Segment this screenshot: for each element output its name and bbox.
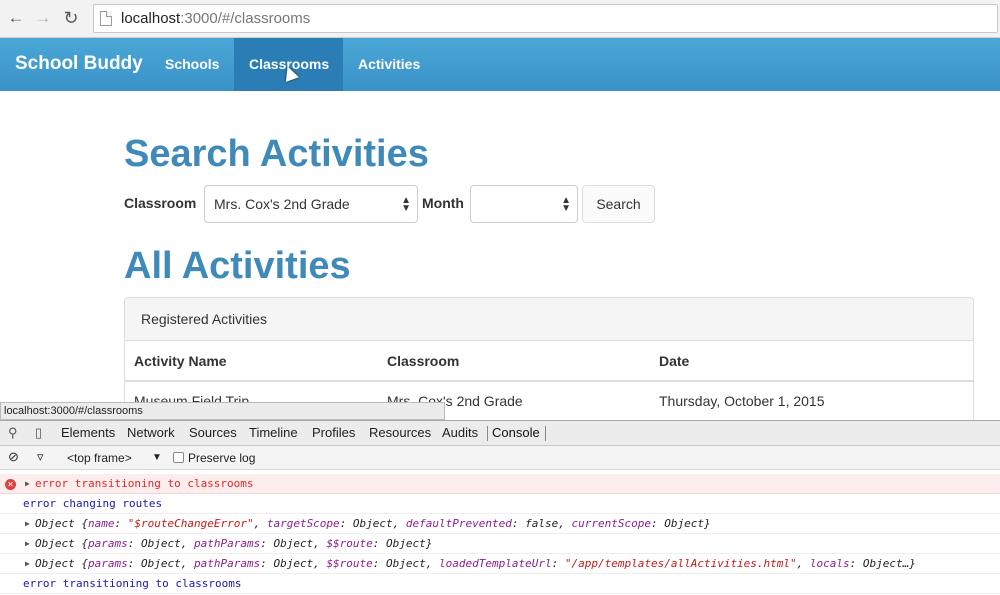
- console-message: error changing routes: [23, 497, 163, 510]
- brand-link[interactable]: School Buddy: [15, 53, 143, 75]
- page-icon: [100, 11, 112, 26]
- forward-arrow-icon[interactable]: →: [33, 8, 53, 28]
- preserve-log-checkbox[interactable]: [173, 452, 184, 463]
- table-cell-date: Thursday, October 1, 2015: [659, 393, 825, 409]
- app-navbar: School Buddy Schools Classrooms Activiti…: [0, 38, 1000, 91]
- console-object: Object {params: Object, pathParams: Obje…: [35, 557, 916, 570]
- back-arrow-icon[interactable]: ←: [6, 8, 26, 28]
- tab-separator: [545, 426, 546, 441]
- error-icon: ✕: [5, 479, 16, 490]
- tab-separator: [487, 426, 488, 441]
- tab-timeline[interactable]: Timeline: [249, 425, 298, 440]
- nav-item-activities[interactable]: Activities: [343, 38, 435, 91]
- filter-icon[interactable]: ▿: [37, 449, 44, 465]
- activities-title: All Activities: [124, 245, 351, 287]
- expand-triangle-icon[interactable]: ▶: [25, 554, 30, 574]
- expand-triangle-icon[interactable]: ▶: [25, 514, 30, 534]
- expand-triangle-icon[interactable]: ▶: [25, 534, 30, 554]
- panel-heading: Registered Activities: [125, 298, 973, 341]
- search-button[interactable]: Search: [582, 185, 655, 223]
- browser-toolbar: ← → ↻ localhost:3000/#/classrooms: [0, 0, 1000, 38]
- tab-resources[interactable]: Resources: [369, 425, 431, 440]
- console-log-row: error transitioning to classrooms: [0, 574, 1000, 594]
- frame-selector[interactable]: <top frame>: [67, 451, 132, 465]
- search-title: Search Activities: [124, 133, 429, 175]
- console-object-row[interactable]: ▶ Object {params: Object, pathParams: Ob…: [0, 554, 1000, 574]
- console-object: Object {params: Object, pathParams: Obje…: [35, 537, 433, 550]
- column-header-date: Date: [659, 353, 690, 369]
- tab-sources[interactable]: Sources: [189, 425, 237, 440]
- url-path: :3000/#/classrooms: [180, 10, 311, 27]
- tab-console[interactable]: Console: [492, 425, 540, 440]
- select-arrows-icon: ▲ ▼: [561, 195, 571, 214]
- console-object: Object {name: "$routeChangeError", targe…: [35, 517, 711, 530]
- reload-icon[interactable]: ↻: [61, 8, 81, 28]
- console-object-row[interactable]: ▶ Object {name: "$routeChangeError", tar…: [0, 514, 1000, 534]
- clear-console-icon[interactable]: ⊘: [8, 449, 19, 465]
- column-header-activity: Activity Name: [134, 353, 227, 369]
- devtools-panel: ⚲ ▯ Elements Network Sources Timeline Pr…: [0, 420, 1000, 595]
- column-header-classroom: Classroom: [387, 353, 460, 369]
- month-label: Month: [422, 195, 464, 211]
- console-object-row[interactable]: ▶ Object {params: Object, pathParams: Ob…: [0, 534, 1000, 554]
- console-error-row[interactable]: ✕ ▶ error transitioning to classrooms: [0, 474, 1000, 494]
- expand-triangle-icon[interactable]: ▶: [25, 474, 30, 494]
- address-bar[interactable]: localhost:3000/#/classrooms: [93, 4, 998, 33]
- tab-audits[interactable]: Audits: [442, 425, 478, 440]
- classroom-label: Classroom: [124, 195, 197, 211]
- preserve-log-label[interactable]: Preserve log: [188, 451, 255, 465]
- url-host: localhost: [121, 10, 181, 27]
- select-arrows-icon: ▲ ▼: [401, 195, 411, 214]
- console-toolbar: ⊘ ▿ <top frame> ▼ Preserve log: [0, 446, 1000, 470]
- chevron-down-icon[interactable]: ▼: [152, 452, 162, 463]
- device-mode-icon[interactable]: ▯: [35, 425, 42, 441]
- nav-item-classrooms[interactable]: Classrooms: [234, 38, 343, 91]
- console-log-row: error changing routes: [0, 494, 1000, 514]
- header-divider: [125, 380, 973, 382]
- classroom-select[interactable]: Mrs. Cox's 2nd Grade ▲ ▼: [204, 185, 418, 223]
- console-message: error transitioning to classrooms: [35, 477, 254, 490]
- inspect-search-icon[interactable]: ⚲: [8, 425, 18, 441]
- tab-elements[interactable]: Elements: [61, 425, 115, 440]
- nav-item-schools[interactable]: Schools: [150, 38, 234, 91]
- devtools-tabbar: ⚲ ▯ Elements Network Sources Timeline Pr…: [0, 421, 1000, 446]
- month-select[interactable]: ▲ ▼: [470, 185, 578, 223]
- console-message: error transitioning to classrooms: [23, 577, 242, 590]
- tab-network[interactable]: Network: [127, 425, 175, 440]
- tab-profiles[interactable]: Profiles: [312, 425, 355, 440]
- link-status-tooltip: localhost:3000/#/classrooms: [0, 402, 445, 420]
- address-url: localhost:3000/#/classrooms: [121, 10, 310, 27]
- classroom-select-value: Mrs. Cox's 2nd Grade: [214, 196, 350, 212]
